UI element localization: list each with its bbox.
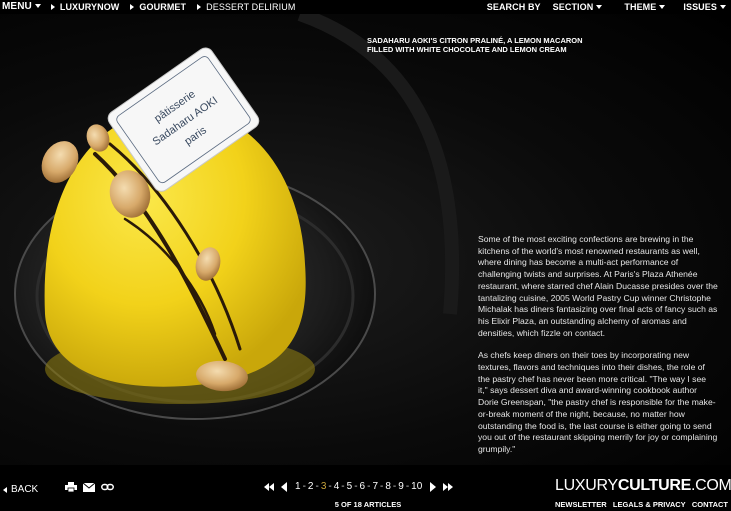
breadcrumb-luxurynow[interactable]: LUXURYNOW <box>50 1 120 12</box>
back-label: BACK <box>11 484 39 495</box>
page-separator: - <box>392 481 397 492</box>
chevron-left-icon <box>281 481 287 492</box>
menu-button[interactable]: MENU <box>0 1 41 12</box>
back-button[interactable]: BACK <box>3 484 38 495</box>
chevron-right-icon <box>130 3 135 10</box>
chevron-down-icon <box>720 5 726 10</box>
bottom-bar: BACK 1-2-3-4-5-6-7-8-9-10 5 OF 18 ARTICL… <box>0 470 731 511</box>
page-separator: - <box>328 481 332 492</box>
first-page-button[interactable] <box>264 482 274 491</box>
chevron-down-icon <box>34 4 41 9</box>
email-icon[interactable] <box>83 482 95 492</box>
section-label: SECTION <box>552 1 594 12</box>
page-number-6[interactable]: 6 <box>360 481 366 492</box>
logo-part: CULTURE <box>617 477 691 494</box>
contact-link[interactable]: CONTACT <box>692 500 728 509</box>
print-icon[interactable] <box>65 482 77 492</box>
photo-caption: SADAHARU AOKI'S CITRON PRALINÉ, A LEMON … <box>367 36 583 54</box>
newsletter-link[interactable]: NEWSLETTER <box>555 500 607 509</box>
page-number-9[interactable]: 9 <box>398 481 404 492</box>
double-chevron-left-icon <box>264 482 274 491</box>
page-number-2[interactable]: 2 <box>308 481 314 492</box>
article-paragraph: Some of the most exciting confections ar… <box>478 234 718 338</box>
pagination: 1-2-3-4-5-6-7-8-9-10 <box>257 481 460 492</box>
top-nav-bar: MENU LUXURYNOW GOURMET DESSERT DELIRIUM … <box>0 0 731 13</box>
breadcrumb-label: GOURMET <box>139 1 187 12</box>
chevron-right-icon <box>197 3 202 10</box>
footer-links: NEWSLETTER LEGALS & PRIVACY CONTACT <box>555 500 728 509</box>
legals-privacy-link[interactable]: LEGALS & PRIVACY <box>613 500 686 509</box>
page-separator: - <box>315 481 319 492</box>
issues-label: ISSUES <box>683 1 717 12</box>
menu-label: MENU <box>2 1 32 12</box>
page-separator: - <box>302 481 306 492</box>
page-number-1[interactable]: 1 <box>295 481 301 492</box>
last-page-button[interactable] <box>443 482 454 491</box>
article-paragraph: As chefs keep diners on their toes by in… <box>478 350 718 454</box>
page-separator: - <box>341 481 345 492</box>
article-body: Some of the most exciting confections ar… <box>478 234 718 465</box>
chevron-down-icon <box>596 5 603 10</box>
page-separator: - <box>354 481 358 492</box>
breadcrumb-gourmet[interactable]: GOURMET <box>130 2 186 12</box>
article-count: 5 OF 18 ARTICLES <box>334 500 402 509</box>
logo-part: .COM <box>690 477 731 494</box>
breadcrumb-current: DESSERT DELIRIUM <box>197 2 295 12</box>
breadcrumb-label: LUXURYNOW <box>59 1 120 12</box>
search-by-label: SEARCH BY <box>486 1 541 12</box>
page-separator: - <box>367 481 371 492</box>
theme-dropdown[interactable]: THEME <box>624 1 666 12</box>
link-icon[interactable] <box>101 483 114 491</box>
page-number-10[interactable]: 10 <box>411 481 422 492</box>
page-number-list: 1-2-3-4-5-6-7-8-9-10 <box>294 481 423 492</box>
issues-dropdown[interactable]: ISSUES <box>683 2 726 12</box>
prev-page-button[interactable] <box>281 481 287 492</box>
chevron-right-icon <box>430 481 437 492</box>
page-separator: - <box>405 481 410 492</box>
page-number-4[interactable]: 4 <box>334 481 340 492</box>
page-number-5[interactable]: 5 <box>347 481 353 492</box>
page-number-8[interactable]: 8 <box>385 481 391 492</box>
theme-label: THEME <box>624 1 657 12</box>
page-number-7[interactable]: 7 <box>372 481 378 492</box>
breadcrumb-label: DESSERT DELIRIUM <box>206 1 296 12</box>
article-tools <box>65 482 114 492</box>
search-menu: SEARCH BY SECTION THEME ISSUES <box>487 2 731 12</box>
page-number-3[interactable]: 3 <box>321 481 327 492</box>
chevron-left-icon <box>3 486 7 493</box>
double-chevron-right-icon <box>443 482 454 491</box>
site-logo[interactable]: LUXURYCULTURE.COM <box>555 477 731 495</box>
logo-part: LUXURY <box>555 477 618 494</box>
next-page-button[interactable] <box>430 481 437 492</box>
chevron-down-icon <box>659 5 666 10</box>
section-dropdown[interactable]: SECTION <box>553 2 603 12</box>
page-separator: - <box>380 481 384 492</box>
hero-photo: pâtisserie Sadaharu AOKI paris SADAHARU … <box>0 14 731 465</box>
chevron-right-icon <box>50 3 55 10</box>
